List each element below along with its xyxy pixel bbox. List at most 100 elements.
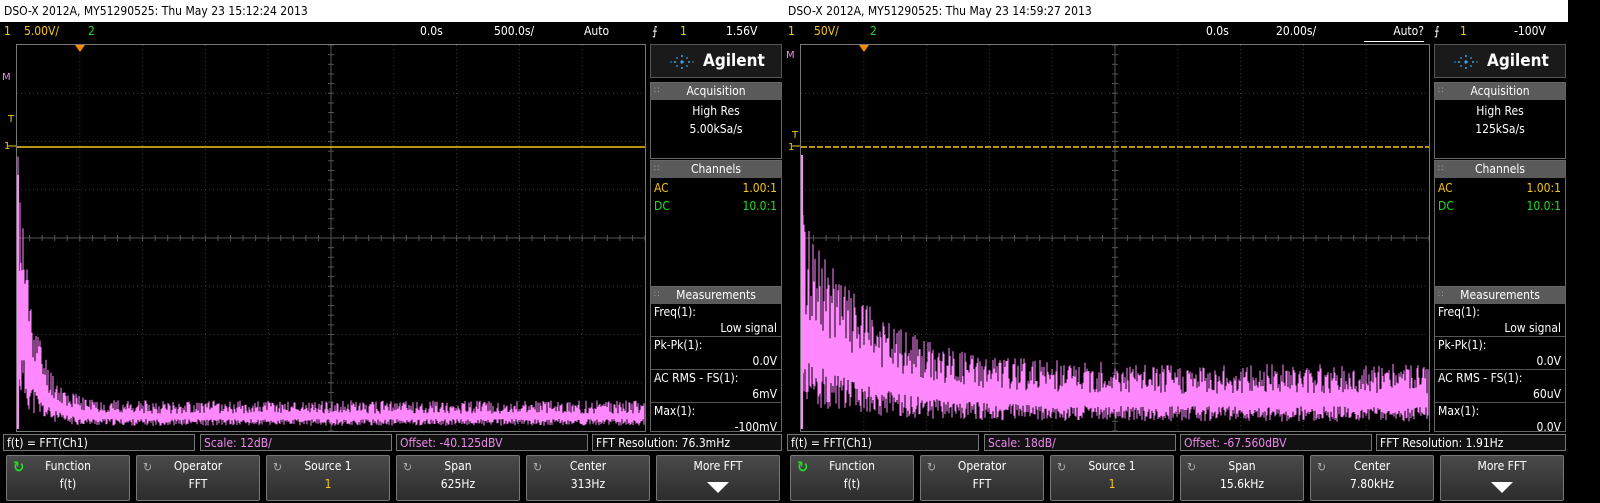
softkey-label: Span	[444, 459, 472, 473]
softkey-bar: ↻ Function f(t) ↻ Operator FFT ↻ Source …	[0, 453, 784, 503]
waveform-grid	[17, 45, 645, 431]
agilent-logo: Agilent	[1434, 44, 1566, 78]
fft-function-box[interactable]: f(t) = FFT(Ch1)	[787, 434, 979, 451]
source1-softkey[interactable]: ↻ Source 1 1	[266, 455, 390, 501]
fft-offset-box[interactable]: Offset: -67.560dBV	[1180, 434, 1372, 451]
channels-title: Channels	[1475, 162, 1525, 176]
fft-resolution-box: FFT Resolution: 1.91Hz	[1376, 434, 1566, 451]
measurement-value: 0.0V	[651, 353, 781, 370]
timebase[interactable]: 500.0s/	[494, 22, 534, 41]
measurement-label: AC RMS - FS(1):	[654, 371, 739, 385]
ch1-ground-marker[interactable]: 1	[788, 142, 794, 153]
fft-offset-label: Offset:	[400, 436, 437, 450]
math-marker[interactable]: M	[2, 72, 11, 83]
softkey-value: f(t)	[59, 477, 77, 491]
function-softkey[interactable]: ↻ Function f(t)	[790, 455, 914, 501]
function-softkey[interactable]: ↻ Function f(t)	[6, 455, 130, 501]
measurement-label: Freq(1):	[1438, 305, 1480, 319]
operator-softkey[interactable]: ↻ Operator FFT	[136, 455, 260, 501]
trigger-mode[interactable]: Auto?	[1364, 22, 1424, 42]
softkey-value: FFT	[972, 477, 992, 491]
softkey-label: Function	[829, 459, 875, 473]
trigger-level-marker[interactable]: T	[791, 130, 799, 141]
more-fft-softkey[interactable]: More FFT	[656, 455, 780, 501]
fft-scale-value: 18dB/	[1024, 436, 1056, 450]
horizontal-delay[interactable]: 0.0s	[1206, 22, 1229, 41]
softkey-value: 1	[324, 477, 332, 491]
channels-section[interactable]: ∷ Channels AC 1.00:1 DC 10.0:1	[650, 160, 782, 288]
measurements-title: Measurements	[1460, 288, 1540, 302]
ch1-coupling: AC	[1438, 181, 1453, 195]
softkey-label: Function	[45, 459, 91, 473]
arrow-down-icon	[707, 482, 729, 493]
trigger-level-marker[interactable]: T	[7, 114, 15, 125]
measurement-value: Low signal	[651, 320, 781, 337]
trigger-level[interactable]: 1.56V	[726, 22, 757, 41]
acquisition-section[interactable]: ∷ Acquisition High Res 5.00kSa/s	[650, 82, 782, 159]
channel-row: DC 10.0:1	[651, 197, 781, 215]
left-markers: M T 1	[0, 44, 16, 432]
ch2-number[interactable]: 2	[88, 22, 95, 41]
math-marker[interactable]: M	[786, 50, 795, 61]
ch1-scale[interactable]: 50V/	[814, 22, 839, 41]
trigger-level[interactable]: -100V	[1514, 22, 1546, 41]
softkey-label: Source 1	[1088, 459, 1136, 473]
ch1-probe: 1.00:1	[742, 181, 777, 195]
fft-scale-box[interactable]: Scale: 18dB/	[984, 434, 1176, 451]
ch1-scale[interactable]: 5.00V/	[24, 22, 59, 41]
grip-icon: ∷	[654, 86, 660, 96]
ch1-number[interactable]: 1	[788, 22, 795, 41]
ch1-coupling: AC	[654, 181, 669, 195]
fft-scale-label: Scale:	[988, 436, 1021, 450]
measurements-section[interactable]: ∷ Measurements Freq(1): Low signal Pk-Pk(…	[1434, 286, 1566, 434]
channel-row: DC 10.0:1	[1435, 197, 1565, 215]
fft-scale-label: Scale:	[204, 436, 237, 450]
ch1-number[interactable]: 1	[4, 22, 11, 41]
timebase[interactable]: 20.00s/	[1276, 22, 1316, 41]
trigger-source[interactable]: 1	[680, 22, 687, 41]
fft-offset-value: -40.125dBV	[439, 436, 503, 450]
waveform-display[interactable]	[16, 44, 646, 432]
acquisition-header: ∷ Acquisition	[651, 83, 781, 100]
center-softkey[interactable]: ↻ Center 313Hz	[526, 455, 650, 501]
info-sidebar: Agilent ∷ Acquisition High Res 5.00kSa/s …	[648, 44, 784, 434]
ch2-coupling: DC	[1438, 199, 1454, 213]
status-bar: 1 50V/ 2 0.0s 20.00s/ Auto? ⨍ 1 -100V	[784, 22, 1568, 42]
center-softkey[interactable]: ↻ Center 7.80kHz	[1310, 455, 1434, 501]
horizontal-delay[interactable]: 0.0s	[420, 22, 443, 41]
fft-function-box[interactable]: f(t) = FFT(Ch1)	[3, 434, 195, 451]
screenshot-title: DSO-X 2012A, MY51290525: Thu May 23 14:5…	[784, 0, 1568, 22]
measurement-value: 0.0V	[1435, 353, 1565, 370]
span-softkey[interactable]: ↻ Span 625Hz	[396, 455, 520, 501]
measurement-label: Freq(1):	[654, 305, 696, 319]
softkey-label: Center	[1353, 459, 1391, 473]
trigger-position-marker[interactable]	[859, 45, 869, 52]
measurement-label: Pk-Pk(1):	[654, 338, 703, 352]
span-softkey[interactable]: ↻ Span 15.6kHz	[1180, 455, 1304, 501]
source1-softkey[interactable]: ↻ Source 1 1	[1050, 455, 1174, 501]
more-fft-softkey[interactable]: More FFT	[1440, 455, 1564, 501]
measurements-section[interactable]: ∷ Measurements Freq(1): Low signal Pk-Pk(…	[650, 286, 782, 434]
waveform-display[interactable]	[800, 44, 1430, 432]
softkey-value: 7.80kHz	[1349, 477, 1395, 491]
measurement-value: 60uV	[1435, 386, 1565, 403]
ch2-number[interactable]: 2	[870, 22, 877, 41]
fft-offset-label: Offset:	[1184, 436, 1221, 450]
measurement-label: Max(1):	[654, 404, 696, 418]
agilent-spark-icon	[670, 55, 694, 69]
channels-section[interactable]: ∷ Channels AC 1.00:1 DC 10.0:1	[1434, 160, 1566, 288]
acquisition-mode: High Res	[692, 104, 740, 118]
operator-softkey[interactable]: ↻ Operator FFT	[920, 455, 1044, 501]
channels-header: ∷ Channels	[651, 161, 781, 178]
trigger-source[interactable]: 1	[1460, 22, 1467, 41]
trigger-mode[interactable]: Auto	[584, 22, 609, 41]
softkey-label: Operator	[173, 459, 223, 473]
measurement-label: AC RMS - FS(1):	[1438, 371, 1523, 385]
info-sidebar: Agilent ∷ Acquisition High Res 125kSa/s ∷…	[1432, 44, 1568, 434]
fft-offset-value: -67.560dBV	[1223, 436, 1287, 450]
softkey-label: Span	[1228, 459, 1256, 473]
fft-offset-box[interactable]: Offset: -40.125dBV	[396, 434, 588, 451]
acquisition-section[interactable]: ∷ Acquisition High Res 125kSa/s	[1434, 82, 1566, 159]
fft-scale-box[interactable]: Scale: 12dB/	[200, 434, 392, 451]
trigger-position-marker[interactable]	[75, 45, 85, 52]
